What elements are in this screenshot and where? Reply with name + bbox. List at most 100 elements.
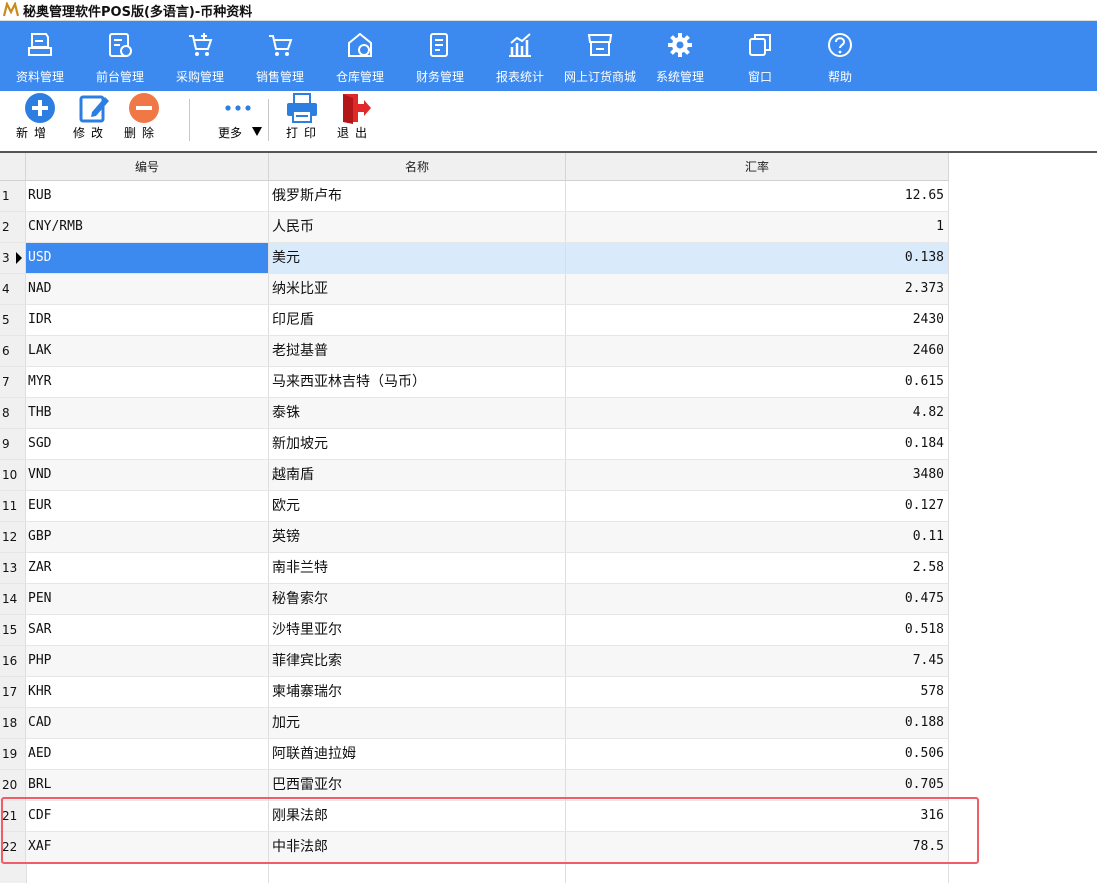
cell-code[interactable]: CNY/RMB	[26, 212, 269, 242]
menu-item-5[interactable]: 仓库管理	[320, 21, 400, 91]
cell-code[interactable]: MYR	[26, 367, 269, 397]
table-row[interactable]: 17 KHR 柬埔寨瑞尔 578	[0, 677, 949, 708]
table-row[interactable]: 3 USD 美元 0.138	[0, 243, 949, 274]
exit-button[interactable]: 退出	[330, 91, 380, 149]
cell-rate[interactable]: 4.82	[566, 398, 949, 428]
cell-code[interactable]: SGD	[26, 429, 269, 459]
cell-code[interactable]: BRL	[26, 770, 269, 800]
cell-name[interactable]: 马来西亚林吉特（马币）	[269, 367, 566, 397]
cell-rate[interactable]: 0.475	[566, 584, 949, 614]
cell-name[interactable]: 老挝基普	[269, 336, 566, 366]
cell-name[interactable]: 纳米比亚	[269, 274, 566, 304]
cell-rate[interactable]: 7.45	[566, 646, 949, 676]
cell-rate[interactable]: 578	[566, 677, 949, 707]
cell-code[interactable]: GBP	[26, 522, 269, 552]
cell-rate[interactable]: 0.127	[566, 491, 949, 521]
cell-code[interactable]: THB	[26, 398, 269, 428]
menu-item-11[interactable]: 帮助	[800, 21, 880, 91]
cell-code[interactable]: KHR	[26, 677, 269, 707]
menu-item-6[interactable]: 财务管理	[400, 21, 480, 91]
menu-item-2[interactable]: 前台管理	[80, 21, 160, 91]
print-button[interactable]: 打印	[278, 91, 328, 149]
table-row[interactable]: 12 GBP 英镑 0.11	[0, 522, 949, 553]
cell-rate[interactable]: 0.506	[566, 739, 949, 769]
cell-rate[interactable]: 2.373	[566, 274, 949, 304]
cell-name[interactable]: 新加坡元	[269, 429, 566, 459]
cell-name[interactable]: 巴西雷亚尔	[269, 770, 566, 800]
cell-rate[interactable]: 0.184	[566, 429, 949, 459]
menu-item-7[interactable]: 报表统计	[480, 21, 560, 91]
table-row[interactable]: 11 EUR 欧元 0.127	[0, 491, 949, 522]
cell-rate[interactable]: 12.65	[566, 181, 949, 211]
menu-item-9[interactable]: 系统管理	[640, 21, 720, 91]
table-row[interactable]: 9 SGD 新加坡元 0.184	[0, 429, 949, 460]
table-row[interactable]: 14 PEN 秘鲁索尔 0.475	[0, 584, 949, 615]
table-row[interactable]: 7 MYR 马来西亚林吉特（马币） 0.615	[0, 367, 949, 398]
cell-rate[interactable]: 1	[566, 212, 949, 242]
cell-name[interactable]: 欧元	[269, 491, 566, 521]
cell-name[interactable]: 印尼盾	[269, 305, 566, 335]
table-row[interactable]: 15 SAR 沙特里亚尔 0.518	[0, 615, 949, 646]
cell-rate[interactable]: 3480	[566, 460, 949, 490]
cell-rate[interactable]: 0.705	[566, 770, 949, 800]
cell-rate[interactable]: 2.58	[566, 553, 949, 583]
cell-name[interactable]: 俄罗斯卢布	[269, 181, 566, 211]
table-row[interactable]: 4 NAD 纳米比亚 2.373	[0, 274, 949, 305]
cell-name[interactable]: 泰铢	[269, 398, 566, 428]
cell-name[interactable]: 越南盾	[269, 460, 566, 490]
cell-name[interactable]: 柬埔寨瑞尔	[269, 677, 566, 707]
cell-code[interactable]: VND	[26, 460, 269, 490]
table-row[interactable]: 2 CNY/RMB 人民币 1	[0, 212, 949, 243]
menu-item-4[interactable]: 销售管理	[240, 21, 320, 91]
menu-item-10[interactable]: 窗口	[720, 21, 800, 91]
cell-code[interactable]: RUB	[26, 181, 269, 211]
table-row[interactable]: 5 IDR 印尼盾 2430	[0, 305, 949, 336]
cell-code[interactable]: PHP	[26, 646, 269, 676]
row-number-header	[0, 153, 26, 181]
cell-rate[interactable]: 2430	[566, 305, 949, 335]
column-header-rate[interactable]: 汇率	[566, 153, 949, 181]
cell-name[interactable]: 加元	[269, 708, 566, 738]
table-row[interactable]: 10 VND 越南盾 3480	[0, 460, 949, 491]
cell-rate[interactable]: 0.11	[566, 522, 949, 552]
table-row[interactable]: 8 THB 泰铢 4.82	[0, 398, 949, 429]
cell-code[interactable]: ZAR	[26, 553, 269, 583]
cell-code[interactable]: USD	[26, 243, 269, 273]
table-row[interactable]: 16 PHP 菲律宾比索 7.45	[0, 646, 949, 677]
cell-name[interactable]: 南非兰特	[269, 553, 566, 583]
cell-name[interactable]: 美元	[269, 243, 566, 273]
delete-button[interactable]: 删除	[120, 91, 170, 149]
cell-code[interactable]: CAD	[26, 708, 269, 738]
table-row[interactable]: 13 ZAR 南非兰特 2.58	[0, 553, 949, 584]
table-row[interactable]: 18 CAD 加元 0.188	[0, 708, 949, 739]
column-header-name[interactable]: 名称	[269, 153, 566, 181]
table-row[interactable]: 19 AED 阿联酋迪拉姆 0.506	[0, 739, 949, 770]
more-button[interactable]: 更多	[210, 91, 266, 149]
cell-name[interactable]: 菲律宾比索	[269, 646, 566, 676]
table-row[interactable]: 1 RUB 俄罗斯卢布 12.65	[0, 181, 949, 212]
cell-name[interactable]: 秘鲁索尔	[269, 584, 566, 614]
cell-rate[interactable]: 0.138	[566, 243, 949, 273]
cell-rate[interactable]: 0.188	[566, 708, 949, 738]
menu-item-1[interactable]: 资料管理	[0, 21, 80, 91]
cell-code[interactable]: EUR	[26, 491, 269, 521]
cell-code[interactable]: PEN	[26, 584, 269, 614]
cell-name[interactable]: 沙特里亚尔	[269, 615, 566, 645]
add-button[interactable]: 新增	[10, 91, 60, 149]
cell-name[interactable]: 人民币	[269, 212, 566, 242]
cell-code[interactable]: NAD	[26, 274, 269, 304]
table-row[interactable]: 6 LAK 老挝基普 2460	[0, 336, 949, 367]
menu-item-3[interactable]: 采购管理	[160, 21, 240, 91]
cell-code[interactable]: IDR	[26, 305, 269, 335]
cell-name[interactable]: 阿联酋迪拉姆	[269, 739, 566, 769]
column-header-code[interactable]: 编号	[26, 153, 269, 181]
cell-code[interactable]: AED	[26, 739, 269, 769]
cell-rate[interactable]: 2460	[566, 336, 949, 366]
edit-button[interactable]: 修改	[66, 91, 116, 149]
cell-name[interactable]: 英镑	[269, 522, 566, 552]
menu-item-8[interactable]: 网上订货商城	[560, 21, 640, 91]
cell-rate[interactable]: 0.518	[566, 615, 949, 645]
cell-rate[interactable]: 0.615	[566, 367, 949, 397]
cell-code[interactable]: LAK	[26, 336, 269, 366]
cell-code[interactable]: SAR	[26, 615, 269, 645]
